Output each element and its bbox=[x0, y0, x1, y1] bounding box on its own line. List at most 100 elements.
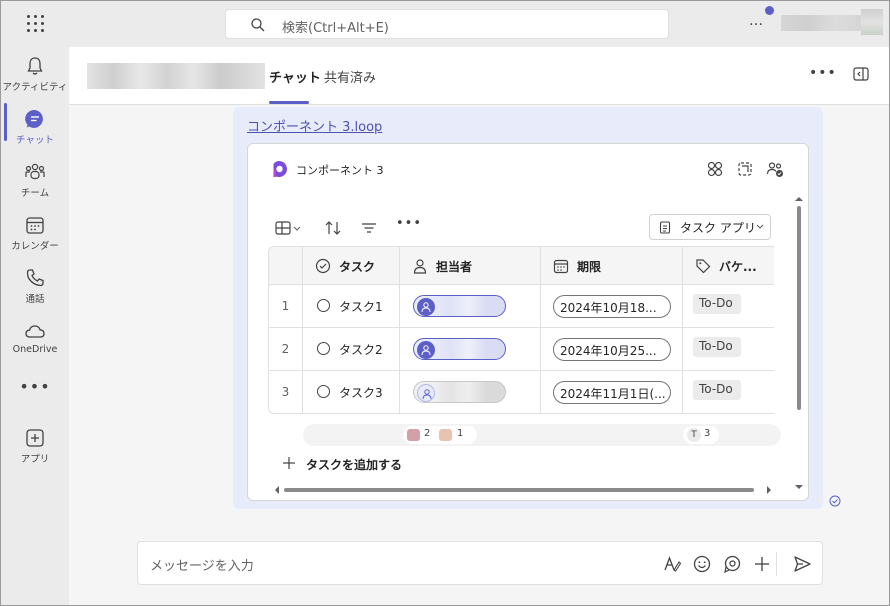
app-launcher-icon[interactable] bbox=[27, 15, 45, 33]
sent-check-icon bbox=[829, 495, 841, 507]
assignee-pill[interactable] bbox=[413, 295, 506, 317]
account-name-blurred[interactable] bbox=[781, 15, 871, 31]
scroll-left-icon[interactable] bbox=[274, 486, 280, 494]
table-row-due-cell[interactable]: 2024年10月25... bbox=[541, 328, 683, 371]
table-row-bucket-cell[interactable]: To-Do bbox=[683, 328, 774, 371]
plus-icon[interactable] bbox=[752, 554, 772, 574]
row-number: 2 bbox=[269, 328, 303, 371]
rail-item-teams[interactable]: チーム bbox=[1, 161, 69, 211]
column-label: 期限 bbox=[577, 260, 602, 274]
scroll-up-icon[interactable] bbox=[795, 196, 803, 202]
bucket-tag[interactable]: To-Do bbox=[693, 380, 741, 400]
bucket-summary-chip[interactable]: T 3 bbox=[683, 426, 719, 444]
sort-icon[interactable] bbox=[324, 219, 342, 237]
tag-icon bbox=[696, 259, 711, 274]
share-people-icon[interactable] bbox=[766, 160, 784, 178]
bucket-letter-badge: T bbox=[687, 428, 701, 442]
side-panel-icon[interactable] bbox=[853, 67, 869, 81]
apps-icon bbox=[26, 429, 44, 447]
table-row-bucket-cell[interactable]: To-Do bbox=[683, 371, 774, 413]
rail-item-activity[interactable]: アクティビティ bbox=[1, 55, 69, 105]
task-app-button[interactable]: タスク アプリ bbox=[649, 214, 771, 240]
rail-label: カレンダー bbox=[11, 241, 59, 252]
complete-checkbox[interactable] bbox=[317, 342, 330, 355]
avatar[interactable] bbox=[861, 9, 883, 35]
add-task-button[interactable]: タスクを追加する bbox=[306, 456, 402, 473]
format-icon[interactable] bbox=[662, 554, 682, 574]
table-layout-icon[interactable] bbox=[274, 219, 292, 237]
table-row-due-cell[interactable]: 2024年10月18... bbox=[541, 285, 683, 328]
rail-label: 通話 bbox=[25, 294, 45, 305]
task-name: タスク3 bbox=[339, 386, 383, 400]
person-icon bbox=[421, 345, 431, 356]
table-row-task-cell[interactable]: タスク1 bbox=[303, 285, 400, 328]
column-header-assignee[interactable]: 担当者 bbox=[400, 247, 541, 285]
due-date-pill[interactable]: 2024年11月1日(... bbox=[553, 381, 671, 404]
scroll-down-icon[interactable] bbox=[795, 484, 803, 490]
due-date-pill[interactable]: 2024年10月25... bbox=[553, 338, 671, 361]
search-icon bbox=[251, 18, 265, 32]
complete-checkbox[interactable] bbox=[317, 299, 330, 312]
top-bar: 検索(Ctrl+Alt+E) … bbox=[1, 1, 889, 47]
toolbar-more-button[interactable]: ••• bbox=[396, 216, 422, 231]
message-compose-box[interactable]: メッセージを入力 bbox=[137, 541, 823, 585]
emoji-icon[interactable] bbox=[692, 554, 712, 574]
assignee-pill[interactable] bbox=[413, 338, 506, 360]
scroll-right-icon[interactable] bbox=[766, 486, 772, 494]
loop-component-card: コンポーネント 3 ••• タスク アプリ タスク 担当者 期限 バケ... 1… bbox=[247, 143, 809, 501]
bucket-tag[interactable]: To-Do bbox=[693, 294, 741, 314]
header-more-button[interactable]: ••• bbox=[809, 65, 837, 81]
due-date: 2024年10月25... bbox=[560, 344, 657, 358]
task-app-label: タスク アプリ bbox=[680, 221, 756, 235]
rail-item-onedrive[interactable]: OneDrive bbox=[1, 320, 69, 370]
phone-icon bbox=[26, 269, 44, 287]
rail-label: OneDrive bbox=[12, 344, 58, 355]
search-placeholder: 検索(Ctrl+Alt+E) bbox=[282, 21, 389, 36]
loop-compose-icon[interactable] bbox=[722, 554, 742, 574]
loop-file-link[interactable]: コンポーネント 3.loop bbox=[247, 116, 382, 135]
filter-icon[interactable] bbox=[360, 219, 378, 237]
complete-checkbox[interactable] bbox=[317, 385, 330, 398]
check-circle-icon bbox=[315, 258, 331, 274]
rail-item-chat[interactable]: チャット bbox=[1, 108, 69, 158]
assignee-pill[interactable] bbox=[413, 381, 506, 403]
row-number: 1 bbox=[269, 285, 303, 328]
task-name: タスク2 bbox=[339, 343, 383, 357]
table-row-assignee-cell[interactable] bbox=[400, 328, 541, 371]
avatar bbox=[439, 429, 452, 441]
column-header-task[interactable]: タスク bbox=[303, 247, 400, 285]
column-header-bucket[interactable]: バケ... bbox=[683, 247, 774, 285]
chevron-down-icon[interactable] bbox=[292, 219, 302, 237]
table-row-task-cell[interactable]: タスク3 bbox=[303, 371, 400, 413]
due-date: 2024年10月18... bbox=[560, 301, 657, 315]
due-date-pill[interactable]: 2024年10月18... bbox=[553, 295, 671, 318]
settings-more-button[interactable]: … bbox=[749, 13, 764, 29]
table-row-bucket-cell[interactable]: To-Do bbox=[683, 285, 774, 328]
rail-more-button[interactable]: ••• bbox=[1, 377, 69, 396]
tab-shared[interactable]: 共有済み bbox=[324, 67, 376, 86]
task-table: タスク 担当者 期限 バケ... 1 タスク1 2024年10月18... To… bbox=[268, 246, 774, 414]
rail-item-calls[interactable]: 通話 bbox=[1, 267, 69, 317]
tab-chat[interactable]: チャット bbox=[269, 67, 321, 86]
table-row-assignee-cell[interactable] bbox=[400, 285, 541, 328]
chat-header: チャット 共有済み ••• bbox=[69, 47, 889, 105]
copy-component-icon[interactable] bbox=[736, 160, 754, 178]
send-icon[interactable] bbox=[792, 554, 812, 574]
rail-item-calendar[interactable]: カレンダー bbox=[1, 214, 69, 264]
search-box[interactable]: 検索(Ctrl+Alt+E) bbox=[225, 9, 669, 39]
table-row-due-cell[interactable]: 2024年11月1日(... bbox=[541, 371, 683, 413]
bucket-tag[interactable]: To-Do bbox=[693, 337, 741, 357]
bucket-label: To-Do bbox=[699, 296, 733, 310]
assignee-summary-chip[interactable]: 2 1 bbox=[403, 426, 477, 444]
loop-workspace-icon[interactable] bbox=[706, 160, 724, 178]
scrollbar-thumb[interactable] bbox=[797, 206, 801, 410]
vertical-scrollbar[interactable] bbox=[795, 196, 803, 492]
column-header-due[interactable]: 期限 bbox=[541, 247, 683, 285]
scrollbar-thumb[interactable] bbox=[284, 488, 754, 492]
cloud-icon bbox=[25, 325, 45, 338]
plus-icon[interactable] bbox=[282, 456, 296, 470]
horizontal-scrollbar[interactable] bbox=[274, 486, 774, 494]
table-row-assignee-cell[interactable] bbox=[400, 371, 541, 413]
table-row-task-cell[interactable]: タスク2 bbox=[303, 328, 400, 371]
rail-item-apps[interactable]: アプリ bbox=[1, 427, 69, 477]
